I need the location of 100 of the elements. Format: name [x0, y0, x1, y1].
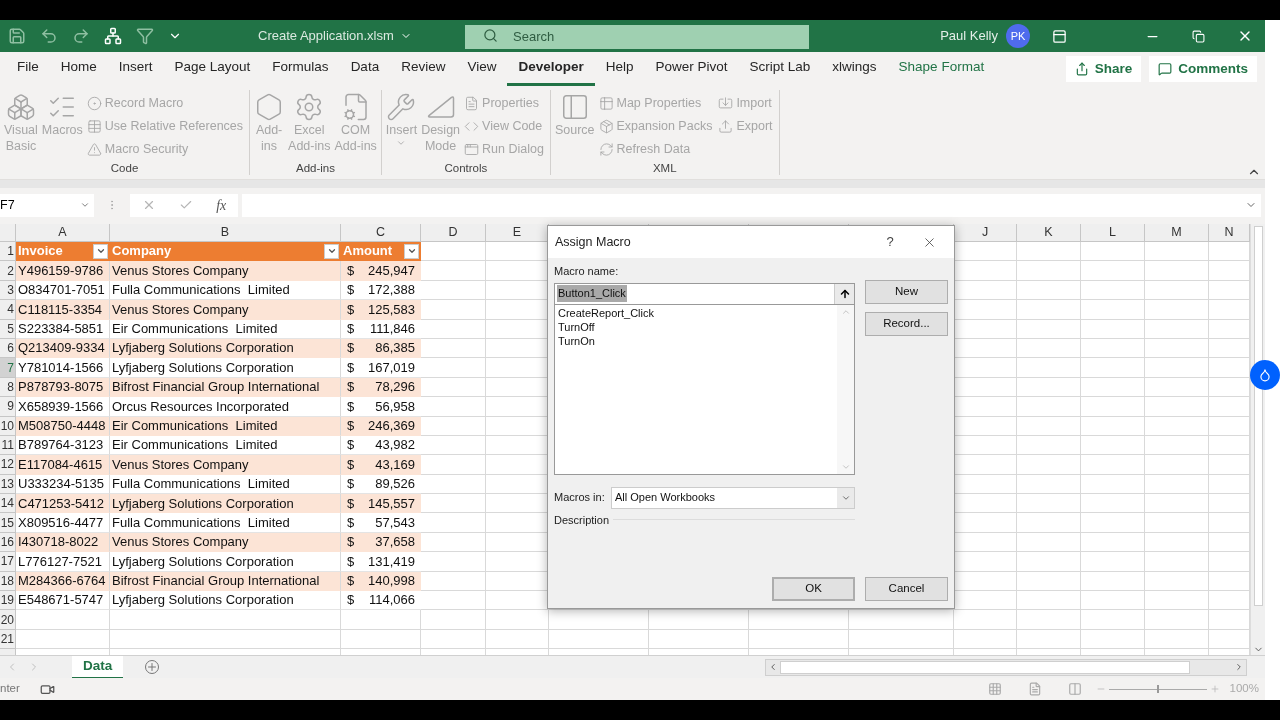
row-header[interactable]: 14 [0, 494, 16, 514]
save-icon[interactable] [8, 27, 26, 45]
table-cell: P878793-8075 [16, 377, 110, 398]
filter-dropdown-button[interactable] [324, 243, 339, 259]
redo-icon[interactable] [72, 27, 90, 45]
record-button[interactable]: Record... [865, 312, 948, 336]
row-header[interactable]: 20 [0, 610, 16, 630]
sheet-tab[interactable]: Data [72, 655, 124, 679]
row-header[interactable]: 5 [0, 319, 16, 339]
avatar[interactable]: PK [1006, 24, 1030, 48]
row-header[interactable]: 9 [0, 397, 16, 417]
amount-value: 114,066 [368, 591, 415, 610]
amount-value: 172,388 [368, 281, 415, 300]
row-header[interactable]: 18 [0, 571, 16, 592]
row-header[interactable]: 7 [0, 358, 16, 378]
row-header[interactable]: 11 [0, 435, 16, 456]
row-header[interactable]: 2 [0, 261, 16, 281]
macro-name-field[interactable]: Button1_Click [554, 282, 855, 305]
macro-list-item[interactable]: TurnOff [558, 319, 837, 334]
search-field[interactable]: Search [465, 24, 809, 49]
row-header[interactable]: 17 [0, 552, 16, 572]
ribbon-tab[interactable]: Help [594, 52, 645, 86]
ok-button[interactable]: OK [772, 577, 855, 601]
ribbon-tab[interactable]: File [6, 52, 50, 86]
row-header[interactable]: 8 [0, 377, 16, 398]
cancel-button[interactable]: Cancel [865, 577, 948, 601]
scroll-right-icon[interactable] [1234, 662, 1244, 672]
row-header[interactable]: 1 [0, 242, 16, 262]
undo-icon[interactable] [40, 27, 58, 45]
ribbon-display-icon[interactable] [1052, 28, 1067, 44]
row-header[interactable]: 16 [0, 532, 16, 553]
ribbon-tab[interactable]: Formulas [261, 52, 340, 86]
row-header[interactable]: 15 [0, 513, 16, 533]
table-cell: Lyfjaberg Solutions Corporation [110, 338, 341, 359]
comments-button[interactable]: Comments [1149, 56, 1257, 82]
file-name[interactable]: Create Application.xlsm [258, 26, 394, 46]
ribbon-tab[interactable]: Insert [107, 52, 164, 86]
column-header[interactable]: K [1017, 224, 1081, 242]
ribbon-tab[interactable]: Review [390, 52, 457, 86]
page-layout-icon[interactable] [1027, 682, 1042, 696]
vertical-scrollbar[interactable] [1250, 224, 1265, 655]
name-box[interactable]: F7 [0, 193, 94, 217]
hierarchy-icon[interactable] [104, 27, 122, 45]
ribbon-tab[interactable]: Home [49, 52, 108, 86]
ribbon-tab[interactable]: Page Layout [163, 52, 262, 86]
table-cell: L776127-7521 [16, 552, 110, 572]
new-button[interactable]: New [865, 280, 948, 304]
zoom-thumb[interactable] [1156, 685, 1159, 693]
zoom-slider[interactable] [1108, 684, 1207, 694]
filter-icon[interactable] [136, 27, 154, 45]
filter-dropdown-button[interactable] [404, 243, 419, 259]
table-cell: X658939-1566 [16, 397, 110, 417]
ribbon-tab[interactable]: Shape Format [887, 52, 996, 86]
currency-sign: $ [347, 397, 355, 416]
horizontal-scrollbar[interactable] [765, 658, 1247, 676]
cloud-app-icon[interactable] [1250, 360, 1280, 390]
row-header[interactable]: 19 [0, 591, 16, 611]
row-header[interactable]: 13 [0, 474, 16, 495]
row-header[interactable]: 4 [0, 300, 16, 320]
row-header[interactable]: 3 [0, 280, 16, 301]
restore-icon[interactable] [1192, 29, 1205, 43]
column-header[interactable]: E [486, 224, 549, 242]
ribbon-tab[interactable]: Script Lab [738, 52, 822, 86]
macros-in-dropdown[interactable]: All Open Workbooks [611, 486, 855, 509]
row-header[interactable]: 10 [0, 416, 16, 436]
macro-list[interactable]: CreateReport_Click TurnOff TurnOn [554, 304, 855, 475]
ribbon-tab[interactable]: xlwings [821, 52, 888, 86]
ribbon-tab[interactable]: Data [339, 52, 391, 86]
column-header[interactable]: A [16, 224, 110, 242]
function-icon[interactable]: fx [216, 194, 227, 216]
row-header[interactable]: 6 [0, 338, 16, 359]
amount-value: 78,296 [375, 378, 415, 397]
macro-list-item[interactable]: CreateReport_Click [558, 305, 837, 320]
scrollbar-thumb[interactable] [1253, 226, 1263, 606]
column-header[interactable]: M [1145, 224, 1209, 242]
macro-list-item[interactable]: TurnOn [558, 333, 837, 348]
filter-dropdown-button[interactable] [93, 243, 108, 259]
column-header[interactable]: J [954, 224, 1017, 242]
column-header[interactable]: L [1081, 224, 1145, 242]
row-header[interactable]: 21 [0, 629, 16, 650]
normal-view-icon[interactable] [987, 682, 1002, 696]
column-header[interactable]: B [110, 224, 341, 242]
column-header[interactable]: D [421, 224, 486, 242]
export-icon [718, 119, 734, 134]
table-header-cell: Company [110, 242, 341, 262]
ribbon-tab[interactable]: View [456, 52, 508, 86]
enter-icon[interactable] [178, 198, 193, 212]
select-all-corner[interactable] [0, 224, 16, 242]
row-header[interactable]: 12 [0, 455, 16, 475]
collapse-button[interactable] [834, 283, 854, 304]
currency-sign: $ [347, 533, 355, 552]
page-break-icon[interactable] [1067, 682, 1082, 696]
column-header[interactable]: C [341, 224, 421, 242]
share-button[interactable]: Share [1065, 56, 1142, 82]
currency-sign: $ [347, 261, 355, 280]
ribbon-tab[interactable]: Power Pivot [644, 52, 739, 86]
help-button[interactable]: ? [880, 232, 900, 252]
formula-input[interactable] [242, 193, 1261, 217]
scrollbar-thumb[interactable] [780, 660, 1191, 674]
column-header[interactable]: N [1209, 224, 1250, 242]
